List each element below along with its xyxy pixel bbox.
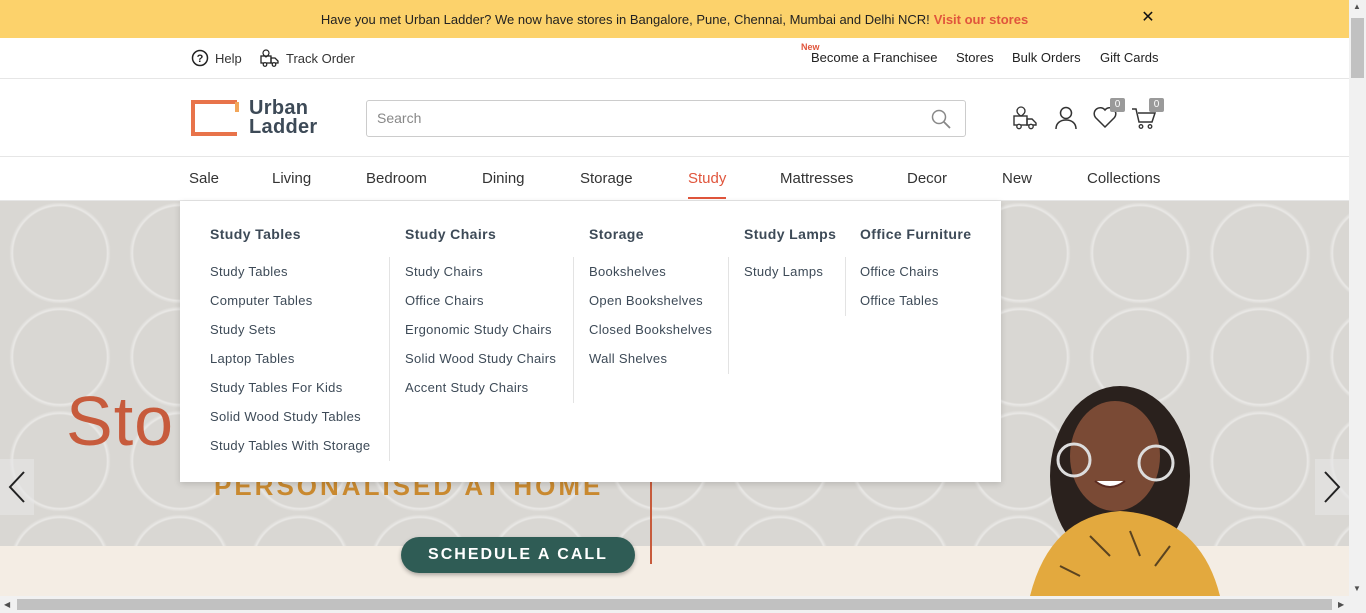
- track-order-label: Track Order: [286, 50, 355, 66]
- menu-link[interactable]: Bookshelves: [589, 264, 712, 293]
- menu-link[interactable]: Study Tables For Kids: [210, 380, 370, 409]
- nav-item-dining[interactable]: Dining: [482, 170, 525, 187]
- hero-illustration: [1030, 386, 1220, 596]
- nav-item-storage[interactable]: Storage: [580, 170, 633, 187]
- search-box: [366, 100, 966, 137]
- close-icon[interactable]: ✕: [1140, 9, 1156, 27]
- menu-link[interactable]: Open Bookshelves: [589, 293, 712, 322]
- menu-link[interactable]: Accent Study Chairs: [405, 380, 556, 409]
- column-heading[interactable]: Study Lamps: [744, 226, 836, 242]
- promo-text: Have you met Urban Ladder? We now have s…: [320, 11, 930, 27]
- help-link[interactable]: ? Help: [191, 48, 242, 68]
- nav-item-bedroom[interactable]: Bedroom: [366, 170, 427, 187]
- wishlist-count-badge: 0: [1110, 98, 1125, 112]
- user-profile-icon[interactable]: [1053, 105, 1079, 131]
- next-slide-button[interactable]: [1315, 459, 1349, 515]
- schedule-call-button[interactable]: SCHEDULE A CALL: [401, 537, 635, 573]
- column-heading[interactable]: Study Tables: [210, 226, 301, 242]
- nav-item-sale[interactable]: Sale: [189, 170, 219, 187]
- menu-link[interactable]: Office Chairs: [860, 264, 939, 293]
- main-header: Urban Ladder 0 0: [0, 79, 1349, 157]
- menu-link[interactable]: Computer Tables: [210, 293, 370, 322]
- help-label: Help: [215, 50, 242, 66]
- menu-link[interactable]: Study Chairs: [405, 264, 556, 293]
- utility-bar: ? Help Track Order New Become a Franchis…: [0, 38, 1349, 79]
- column-divider: [389, 257, 390, 461]
- chevron-left-icon: [8, 471, 25, 503]
- scroll-down-arrow-icon[interactable]: ▼: [1353, 584, 1361, 593]
- track-order-icon[interactable]: [1012, 105, 1038, 131]
- nav-item-decor[interactable]: Decor: [907, 170, 947, 187]
- cart-count-badge: 0: [1149, 98, 1164, 112]
- study-mega-menu: Study Tables Study Tables Computer Table…: [180, 201, 1001, 482]
- column-links: Study Lamps: [744, 264, 823, 293]
- vertical-scroll-thumb[interactable]: [1351, 18, 1364, 78]
- search-icon[interactable]: [931, 109, 951, 129]
- menu-link[interactable]: Study Sets: [210, 322, 370, 351]
- horizontal-scroll-thumb[interactable]: [17, 599, 1332, 610]
- scroll-up-arrow-icon[interactable]: ▲: [1353, 2, 1361, 11]
- column-divider: [573, 257, 574, 403]
- hero-title: Sto: [66, 382, 175, 460]
- scroll-left-arrow-icon[interactable]: ◀: [4, 600, 10, 609]
- column-links: Study Tables Computer Tables Study Sets …: [210, 264, 370, 467]
- logo-text: Urban Ladder: [249, 98, 318, 138]
- nav-item-new[interactable]: New: [1002, 170, 1032, 187]
- nav-item-living[interactable]: Living: [272, 170, 311, 187]
- column-divider: [728, 257, 729, 374]
- column-heading[interactable]: Office Furniture: [860, 226, 971, 242]
- column-links: Bookshelves Open Bookshelves Closed Book…: [589, 264, 712, 380]
- svg-text:?: ?: [197, 53, 204, 65]
- stores-link[interactable]: Stores: [956, 50, 994, 65]
- logo[interactable]: Urban Ladder: [191, 98, 318, 138]
- chevron-right-icon: [1324, 471, 1341, 503]
- category-nav: Sale Living Bedroom Dining Storage Study…: [0, 157, 1349, 201]
- column-divider: [845, 257, 846, 316]
- menu-link[interactable]: Study Tables With Storage: [210, 438, 370, 467]
- menu-link[interactable]: Solid Wood Study Tables: [210, 409, 370, 438]
- prev-slide-button[interactable]: [0, 459, 34, 515]
- menu-link[interactable]: Study Lamps: [744, 264, 823, 293]
- column-heading[interactable]: Study Chairs: [405, 226, 496, 242]
- bulk-orders-link[interactable]: Bulk Orders: [1012, 50, 1081, 65]
- horizontal-scrollbar[interactable]: ◀ ▶: [0, 596, 1366, 613]
- menu-link[interactable]: Office Chairs: [405, 293, 556, 322]
- active-nav-underline: [688, 197, 726, 199]
- menu-link[interactable]: Ergonomic Study Chairs: [405, 322, 556, 351]
- menu-link[interactable]: Office Tables: [860, 293, 939, 322]
- truck-icon: [260, 49, 279, 67]
- column-links: Office Chairs Office Tables: [860, 264, 939, 322]
- become-franchisee-link[interactable]: Become a Franchisee: [811, 50, 937, 65]
- nav-item-mattresses[interactable]: Mattresses: [780, 170, 853, 187]
- search-input[interactable]: [377, 110, 917, 126]
- logo-line-2: Ladder: [249, 116, 318, 138]
- menu-link[interactable]: Study Tables: [210, 264, 370, 293]
- gift-cards-link[interactable]: Gift Cards: [1100, 50, 1159, 65]
- nav-item-study[interactable]: Study: [688, 170, 726, 187]
- menu-link[interactable]: Laptop Tables: [210, 351, 370, 380]
- track-order-link[interactable]: Track Order: [260, 48, 355, 68]
- visit-stores-link[interactable]: Visit our stores: [934, 12, 1028, 27]
- help-icon: ?: [191, 49, 209, 67]
- vertical-scrollbar[interactable]: ▲ ▼: [1349, 0, 1366, 596]
- column-links: Study Chairs Office Chairs Ergonomic Stu…: [405, 264, 556, 409]
- menu-link[interactable]: Solid Wood Study Chairs: [405, 351, 556, 380]
- nav-item-collections[interactable]: Collections: [1087, 170, 1160, 187]
- column-heading[interactable]: Storage: [589, 226, 644, 242]
- logo-mark-icon: [191, 100, 239, 136]
- menu-link[interactable]: Wall Shelves: [589, 351, 712, 380]
- menu-link[interactable]: Closed Bookshelves: [589, 322, 712, 351]
- scroll-right-arrow-icon[interactable]: ▶: [1338, 600, 1344, 609]
